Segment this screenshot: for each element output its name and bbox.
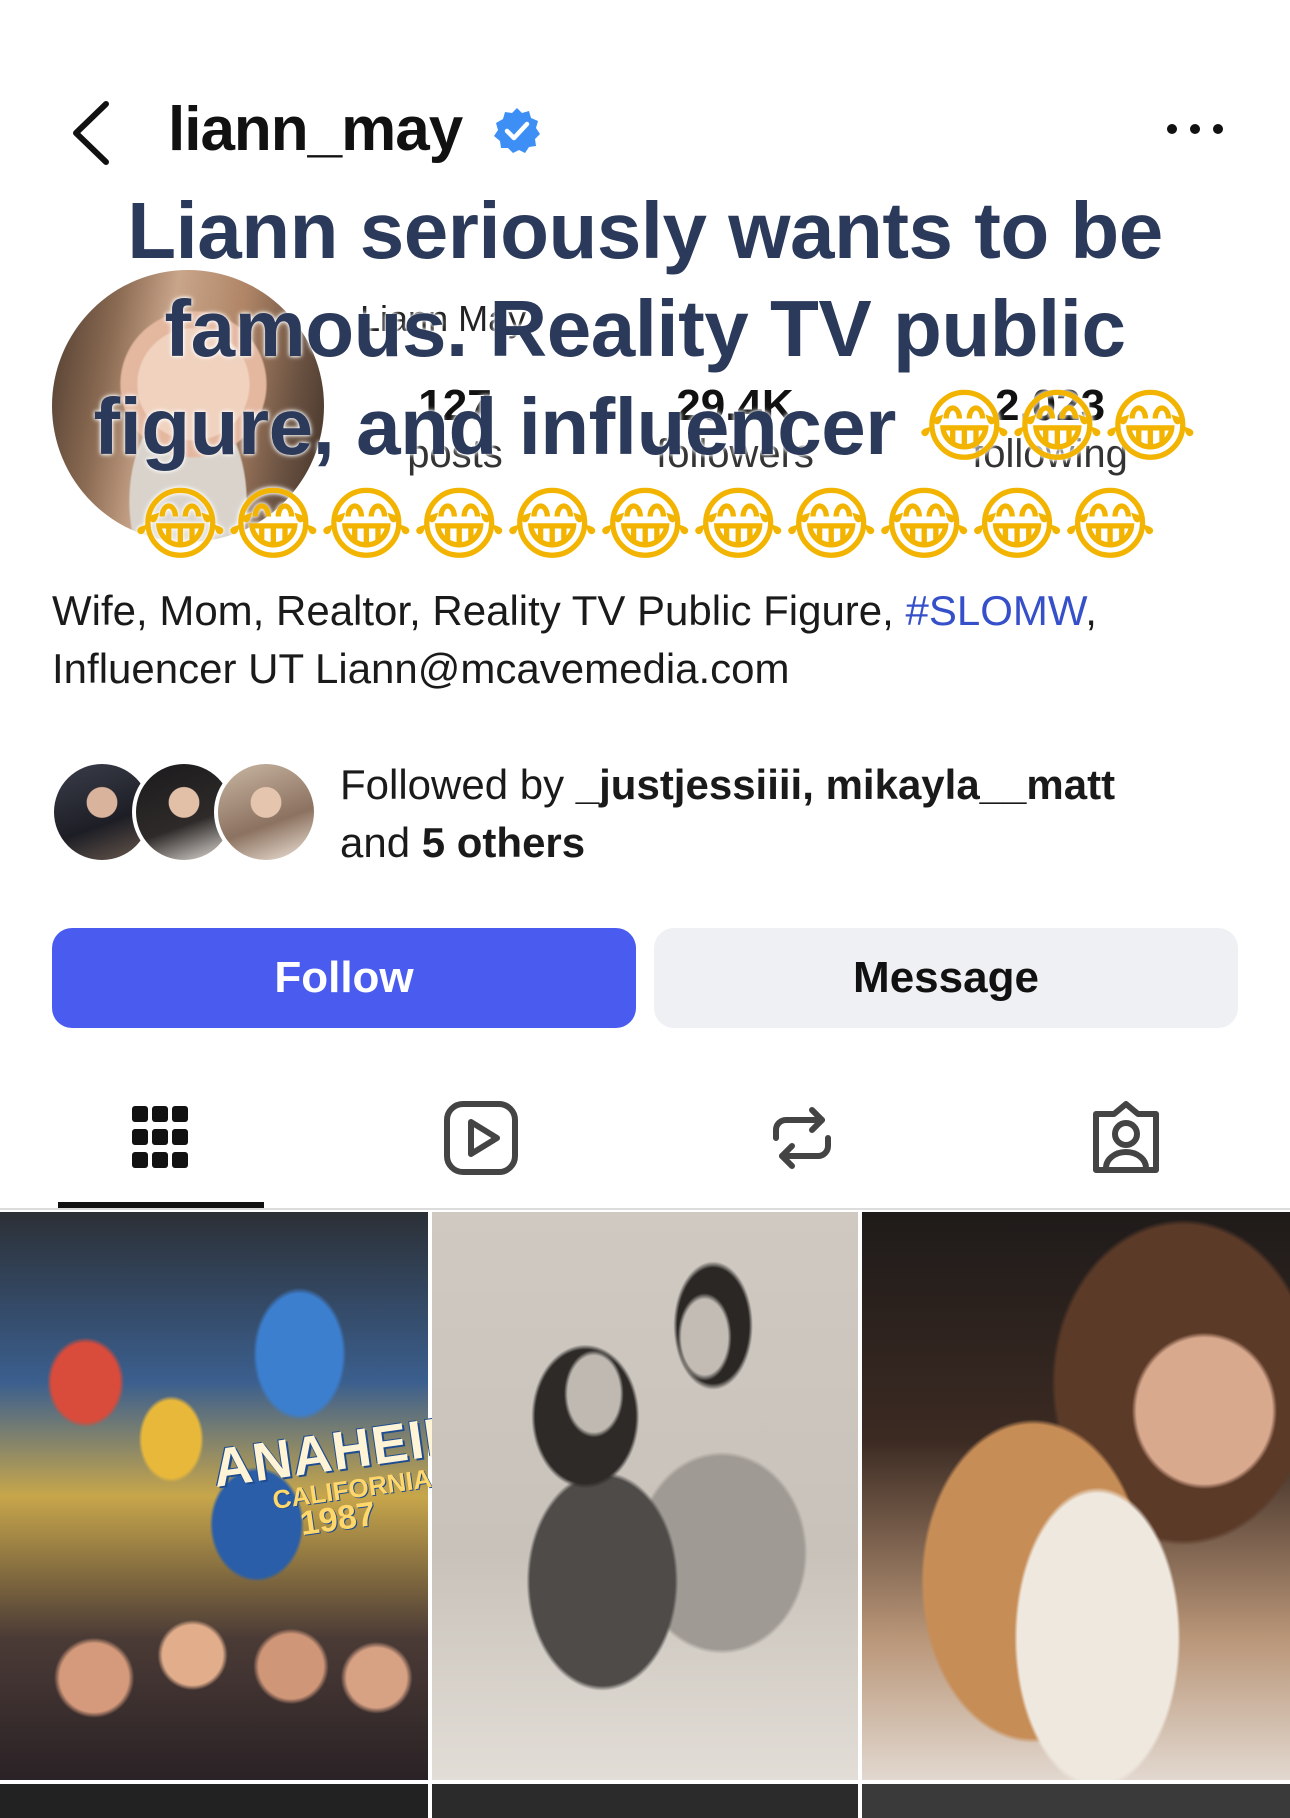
- post-thumbnail[interactable]: [432, 1784, 858, 1818]
- post-thumbnail[interactable]: [862, 1212, 1290, 1780]
- followed-by-and: and: [340, 819, 422, 866]
- profile-bio: Wife, Mom, Realtor, Reality TV Public Fi…: [52, 582, 1242, 698]
- followed-by-prefix: Followed by: [340, 761, 576, 808]
- post-thumbnail[interactable]: [0, 1784, 428, 1818]
- chevron-left-icon[interactable]: [64, 98, 124, 168]
- followed-by-others: 5 others: [421, 819, 586, 866]
- bio-comma: ,: [1085, 587, 1097, 634]
- mutual-follower-avatar[interactable]: [214, 760, 318, 864]
- overlay-caption: Liann seriously wants to be famous. Real…: [60, 182, 1230, 574]
- profile-username: liann_may: [168, 95, 463, 164]
- laughing-emoji-row: 😂😂😂😂😂😂😂😂😂😂😂: [133, 478, 1157, 571]
- followed-by-text[interactable]: Followed by _justjessiiii, mikayla__matt…: [340, 756, 1260, 872]
- tab-divider: [0, 1208, 1290, 1210]
- post-thumbnail[interactable]: [862, 1784, 1290, 1818]
- laughing-emoji-icon: 😂😂😂: [917, 380, 1197, 473]
- grid-icon[interactable]: [120, 1098, 200, 1178]
- more-horizontal-icon[interactable]: [1160, 114, 1230, 144]
- followed-by-users: _justjessiiii, mikayla__matt: [575, 761, 1116, 808]
- profile-header: liann_may: [0, 90, 1290, 170]
- tagged-person-icon[interactable]: [1086, 1098, 1166, 1178]
- message-button[interactable]: Message: [654, 928, 1238, 1028]
- bio-hashtag-link[interactable]: #SLOMW: [906, 587, 1086, 634]
- bio-line2: Influencer UT Liann@mcavemedia.com: [52, 645, 790, 692]
- post-thumbnail[interactable]: [432, 1212, 858, 1780]
- reels-play-icon[interactable]: [441, 1098, 521, 1178]
- repost-icon[interactable]: [762, 1098, 842, 1178]
- bio-text: Wife, Mom, Realtor, Reality TV Public Fi…: [52, 587, 906, 634]
- verified-badge-icon: [494, 108, 540, 153]
- follow-button[interactable]: Follow: [52, 928, 636, 1028]
